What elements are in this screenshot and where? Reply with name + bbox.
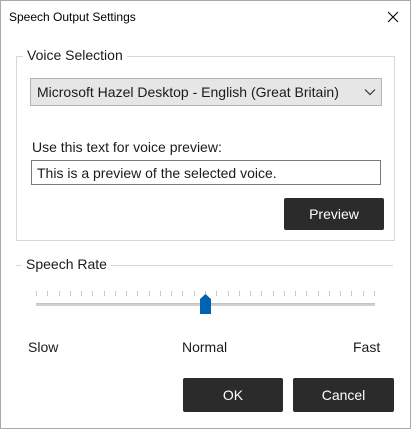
slider-tick xyxy=(171,291,172,296)
speech-rate-slider[interactable] xyxy=(36,290,376,320)
voice-selection-legend: Voice Selection xyxy=(23,47,127,63)
slider-tick xyxy=(160,291,161,296)
close-icon xyxy=(387,11,399,22)
slider-tick xyxy=(137,291,138,296)
speech-rate-divider xyxy=(16,265,17,365)
chevron-down-icon xyxy=(359,79,381,105)
slider-tick xyxy=(81,291,82,296)
slider-tick xyxy=(340,291,341,296)
slider-tick xyxy=(351,291,352,296)
slider-tick xyxy=(59,291,60,296)
title-bar: Speech Output Settings xyxy=(1,1,410,32)
preview-text-input[interactable] xyxy=(31,160,381,185)
ok-button[interactable]: OK xyxy=(183,378,283,412)
slider-tick xyxy=(329,291,330,296)
preview-text-label: Use this text for voice preview: xyxy=(32,139,222,155)
close-button[interactable] xyxy=(376,1,410,32)
slider-tick xyxy=(261,291,262,296)
voice-dropdown-value: Microsoft Hazel Desktop - English (Great… xyxy=(37,84,339,100)
slider-tick xyxy=(228,291,229,296)
slider-thumb[interactable] xyxy=(200,294,211,314)
slider-tick xyxy=(36,291,37,296)
slider-tick xyxy=(284,291,285,296)
cancel-button[interactable]: Cancel xyxy=(293,378,394,412)
rate-label-fast: Fast xyxy=(353,339,381,355)
slider-tick xyxy=(115,291,116,296)
slider-tick xyxy=(126,291,127,296)
slider-tick xyxy=(194,291,195,296)
voice-dropdown[interactable]: Microsoft Hazel Desktop - English (Great… xyxy=(30,78,382,106)
speech-rate-legend: Speech Rate xyxy=(22,256,111,272)
slider-tick xyxy=(318,291,319,296)
slider-tick xyxy=(92,291,93,296)
rate-label-slow: Slow xyxy=(28,339,59,355)
slider-tick xyxy=(47,291,48,296)
slider-tick xyxy=(374,291,375,296)
voice-selection-group: Voice Selection Microsoft Hazel Desktop … xyxy=(16,47,395,241)
slider-tick xyxy=(306,291,307,296)
slider-tick xyxy=(216,291,217,296)
slider-tick xyxy=(239,291,240,296)
slider-tick xyxy=(363,291,364,296)
slider-tick xyxy=(104,291,105,296)
window-title: Speech Output Settings xyxy=(9,10,136,24)
slider-tick xyxy=(273,291,274,296)
slider-tick xyxy=(70,291,71,296)
slider-tick xyxy=(149,291,150,296)
slider-tick xyxy=(295,291,296,296)
rate-label-normal: Normal xyxy=(182,339,228,355)
slider-tick xyxy=(182,291,183,296)
preview-button[interactable]: Preview xyxy=(284,198,384,230)
slider-tick xyxy=(250,291,251,296)
